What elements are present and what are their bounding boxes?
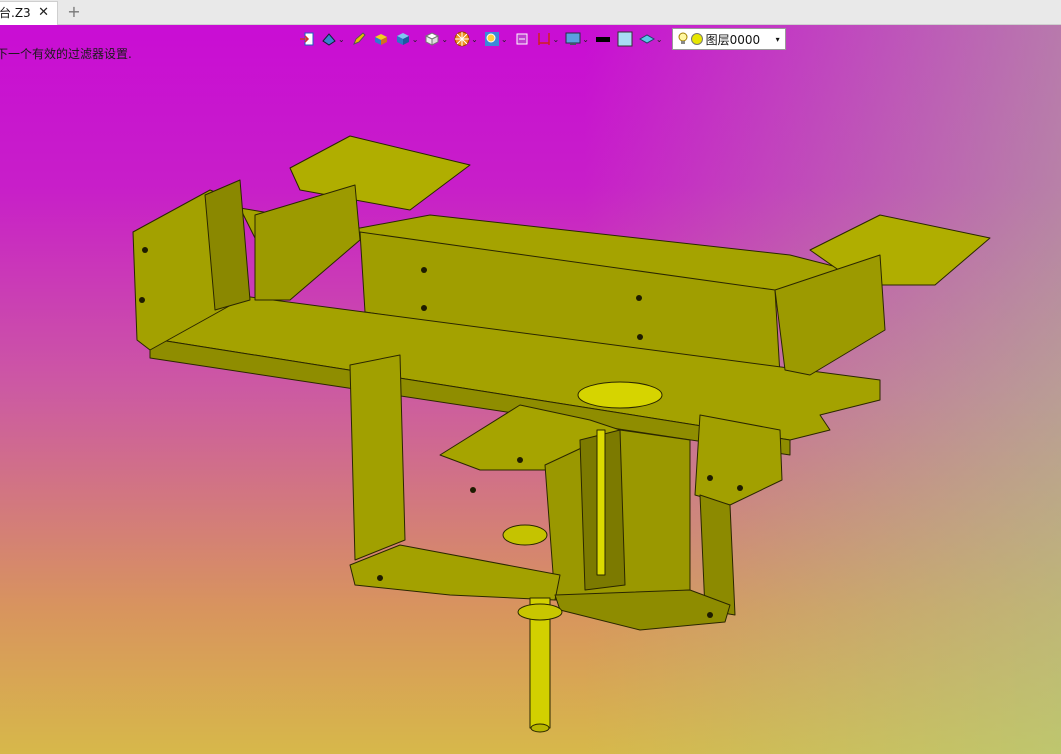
cube-view-button[interactable]: ⌄: [423, 28, 449, 50]
left-vertical-plate: [349, 354, 406, 561]
view-toolbar: ⌄ ⌄ ⌄ ⌄ ⌄ ⌄ ⌄ ⌄ 图层0000 ▾: [298, 27, 786, 51]
layer-dropdown-value: 图层0000: [705, 32, 761, 47]
bottom-frame: [349, 544, 561, 601]
chevron-down-icon: ⌄: [411, 34, 419, 44]
clip-icon: [516, 33, 528, 45]
line-color-swatch: [595, 37, 610, 42]
cube-icon: [425, 32, 440, 46]
render-mode-button[interactable]: ⌄: [394, 28, 420, 50]
dimension-icon: [537, 33, 550, 45]
status-message: 下一个有效的过滤器设置.: [0, 47, 132, 61]
chevron-down-icon: ⌄: [471, 34, 478, 44]
close-icon[interactable]: ✕: [38, 2, 49, 24]
layer-color-dot: [690, 33, 703, 45]
layer-style-icon: [638, 34, 655, 44]
fill-color-button[interactable]: [616, 28, 634, 50]
display-button[interactable]: ⌄: [564, 28, 590, 50]
clip-button[interactable]: [513, 28, 531, 50]
layer-dropdown[interactable]: 图层0000 ▾: [671, 28, 786, 50]
zoom-icon: [484, 32, 499, 46]
fill-color-swatch: [617, 31, 633, 47]
spindle-flange: [577, 381, 663, 409]
chevron-down-icon: ⌄: [552, 34, 560, 44]
chevron-down-icon: ▾: [775, 34, 780, 44]
new-tab-button[interactable]: +: [64, 1, 84, 23]
chevron-down-icon: ⌄: [582, 34, 589, 44]
pencil-button[interactable]: [350, 28, 368, 50]
shade-button[interactable]: [372, 28, 390, 50]
filter-button[interactable]: ⌄: [453, 28, 479, 50]
view-orient-icon: [322, 33, 336, 46]
shade-icon: [374, 34, 387, 45]
layer-style-button[interactable]: ⌄: [638, 28, 664, 50]
chevron-down-icon: ⌄: [655, 34, 663, 44]
shaft-collar: [517, 603, 563, 621]
chevron-down-icon: ⌄: [441, 34, 449, 44]
box-render-icon: [396, 33, 409, 45]
document-tab-title: 台.Z3: [0, 6, 31, 20]
document-tab[interactable]: 台.Z3 ✕: [0, 1, 58, 25]
chevron-down-icon: ⌄: [338, 34, 345, 44]
exit-button[interactable]: [298, 28, 316, 50]
chevron-down-icon: ⌄: [500, 34, 508, 44]
tab-bar: 台.Z3 ✕ +: [0, 0, 1061, 25]
3d-viewport[interactable]: 下一个有效的过滤器设置. ⌄ ⌄ ⌄ ⌄ ⌄ ⌄ ⌄ ⌄ 图层0000 ▾: [0, 25, 1061, 754]
view-orient-button[interactable]: ⌄: [320, 28, 346, 50]
left-gusset: [254, 184, 361, 301]
cad-model[interactable]: [0, 25, 1061, 754]
display-icon: [565, 32, 581, 45]
exit-sketch-icon: [300, 32, 314, 46]
zoom-button[interactable]: ⌄: [483, 28, 509, 50]
filter-wheel-icon: [454, 31, 470, 47]
guide-rod: [596, 429, 606, 576]
pencil-icon: [352, 32, 366, 45]
line-color-button[interactable]: [594, 28, 612, 50]
dimension-button[interactable]: ⌄: [535, 28, 561, 50]
right-lower-block: [694, 414, 783, 506]
lightbulb-icon: [678, 32, 688, 44]
bottom-frame-right: [554, 589, 731, 631]
bearing-ring: [502, 524, 548, 546]
shaft-tip: [530, 723, 550, 733]
